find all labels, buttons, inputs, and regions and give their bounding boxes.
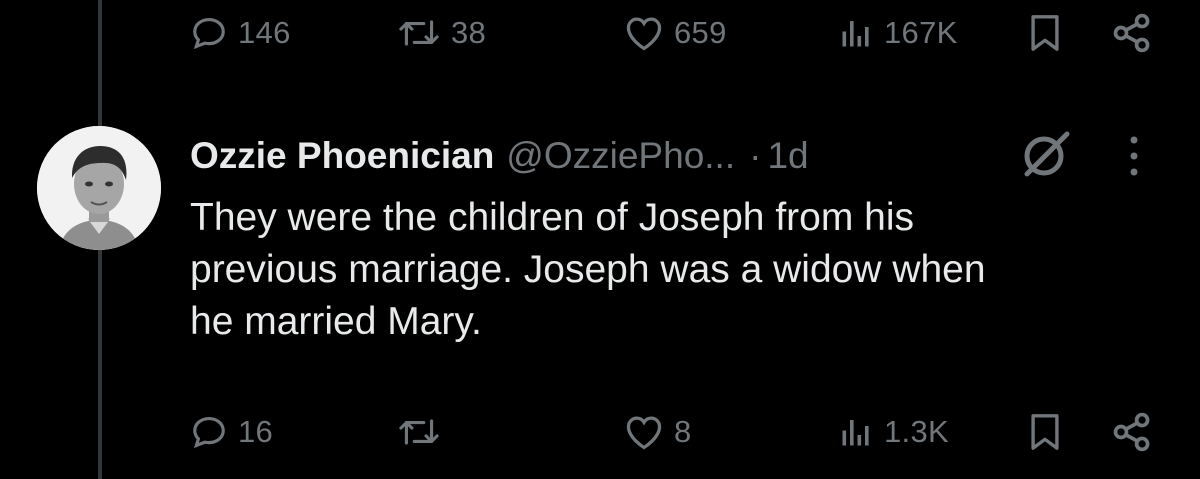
reply-text: They were the children of Joseph from hi… bbox=[190, 192, 1180, 348]
reply-icon bbox=[193, 17, 225, 50]
more-icon[interactable] bbox=[1122, 133, 1146, 179]
like-button[interactable]: 8 bbox=[624, 402, 692, 462]
author-display-name[interactable]: Ozzie Phoenician bbox=[190, 135, 494, 177]
previous-tweet-action-bar: 146 38 659 167K bbox=[0, 3, 1200, 63]
author-handle[interactable]: @OzziePho... bbox=[506, 135, 735, 177]
reply-count: 146 bbox=[238, 15, 291, 50]
bookmark-icon bbox=[1031, 15, 1059, 51]
like-count: 8 bbox=[674, 414, 692, 449]
reply-text-line: he married Mary. bbox=[190, 300, 482, 343]
reply-text-line: previous marriage. Joseph was a widow wh… bbox=[190, 248, 986, 291]
repost-button[interactable] bbox=[397, 402, 451, 462]
reply-icon bbox=[193, 416, 225, 449]
share-icon bbox=[1113, 13, 1150, 53]
grok-icon[interactable] bbox=[1015, 127, 1075, 183]
views-icon bbox=[842, 21, 869, 47]
share-button[interactable] bbox=[1110, 3, 1154, 63]
share-icon bbox=[1113, 412, 1150, 452]
views-count: 1.3K bbox=[884, 414, 949, 449]
reply-button[interactable]: 16 bbox=[190, 402, 273, 462]
reply-count: 16 bbox=[238, 414, 274, 449]
reply-button[interactable]: 146 bbox=[190, 3, 291, 63]
views-count: 167K bbox=[884, 15, 958, 50]
repost-icon bbox=[399, 20, 439, 46]
separator-dot: · bbox=[749, 135, 762, 176]
bookmark-icon bbox=[1031, 414, 1059, 450]
repost-count: 38 bbox=[451, 15, 487, 50]
repost-icon bbox=[399, 419, 439, 445]
like-icon bbox=[626, 416, 662, 450]
bookmark-button[interactable] bbox=[1028, 3, 1062, 63]
profile-photo bbox=[37, 126, 161, 250]
share-button[interactable] bbox=[1110, 402, 1154, 462]
views-icon bbox=[842, 420, 869, 446]
views-button[interactable]: 1.3K bbox=[838, 402, 949, 462]
views-button[interactable]: 167K bbox=[838, 3, 958, 63]
like-count: 659 bbox=[674, 15, 727, 50]
like-icon bbox=[626, 17, 662, 51]
reply-header: Ozzie Phoenician @OzziePho... · 1d bbox=[190, 130, 809, 182]
bookmark-button[interactable] bbox=[1028, 402, 1062, 462]
timestamp[interactable]: 1d bbox=[767, 135, 808, 177]
like-button[interactable]: 659 bbox=[624, 3, 727, 63]
reply-action-bar: 16 8 1.3K bbox=[0, 402, 1200, 462]
reply-text-line: They were the children of Joseph from hi… bbox=[190, 196, 915, 239]
avatar[interactable] bbox=[37, 126, 161, 250]
repost-button[interactable]: 38 bbox=[397, 3, 486, 63]
